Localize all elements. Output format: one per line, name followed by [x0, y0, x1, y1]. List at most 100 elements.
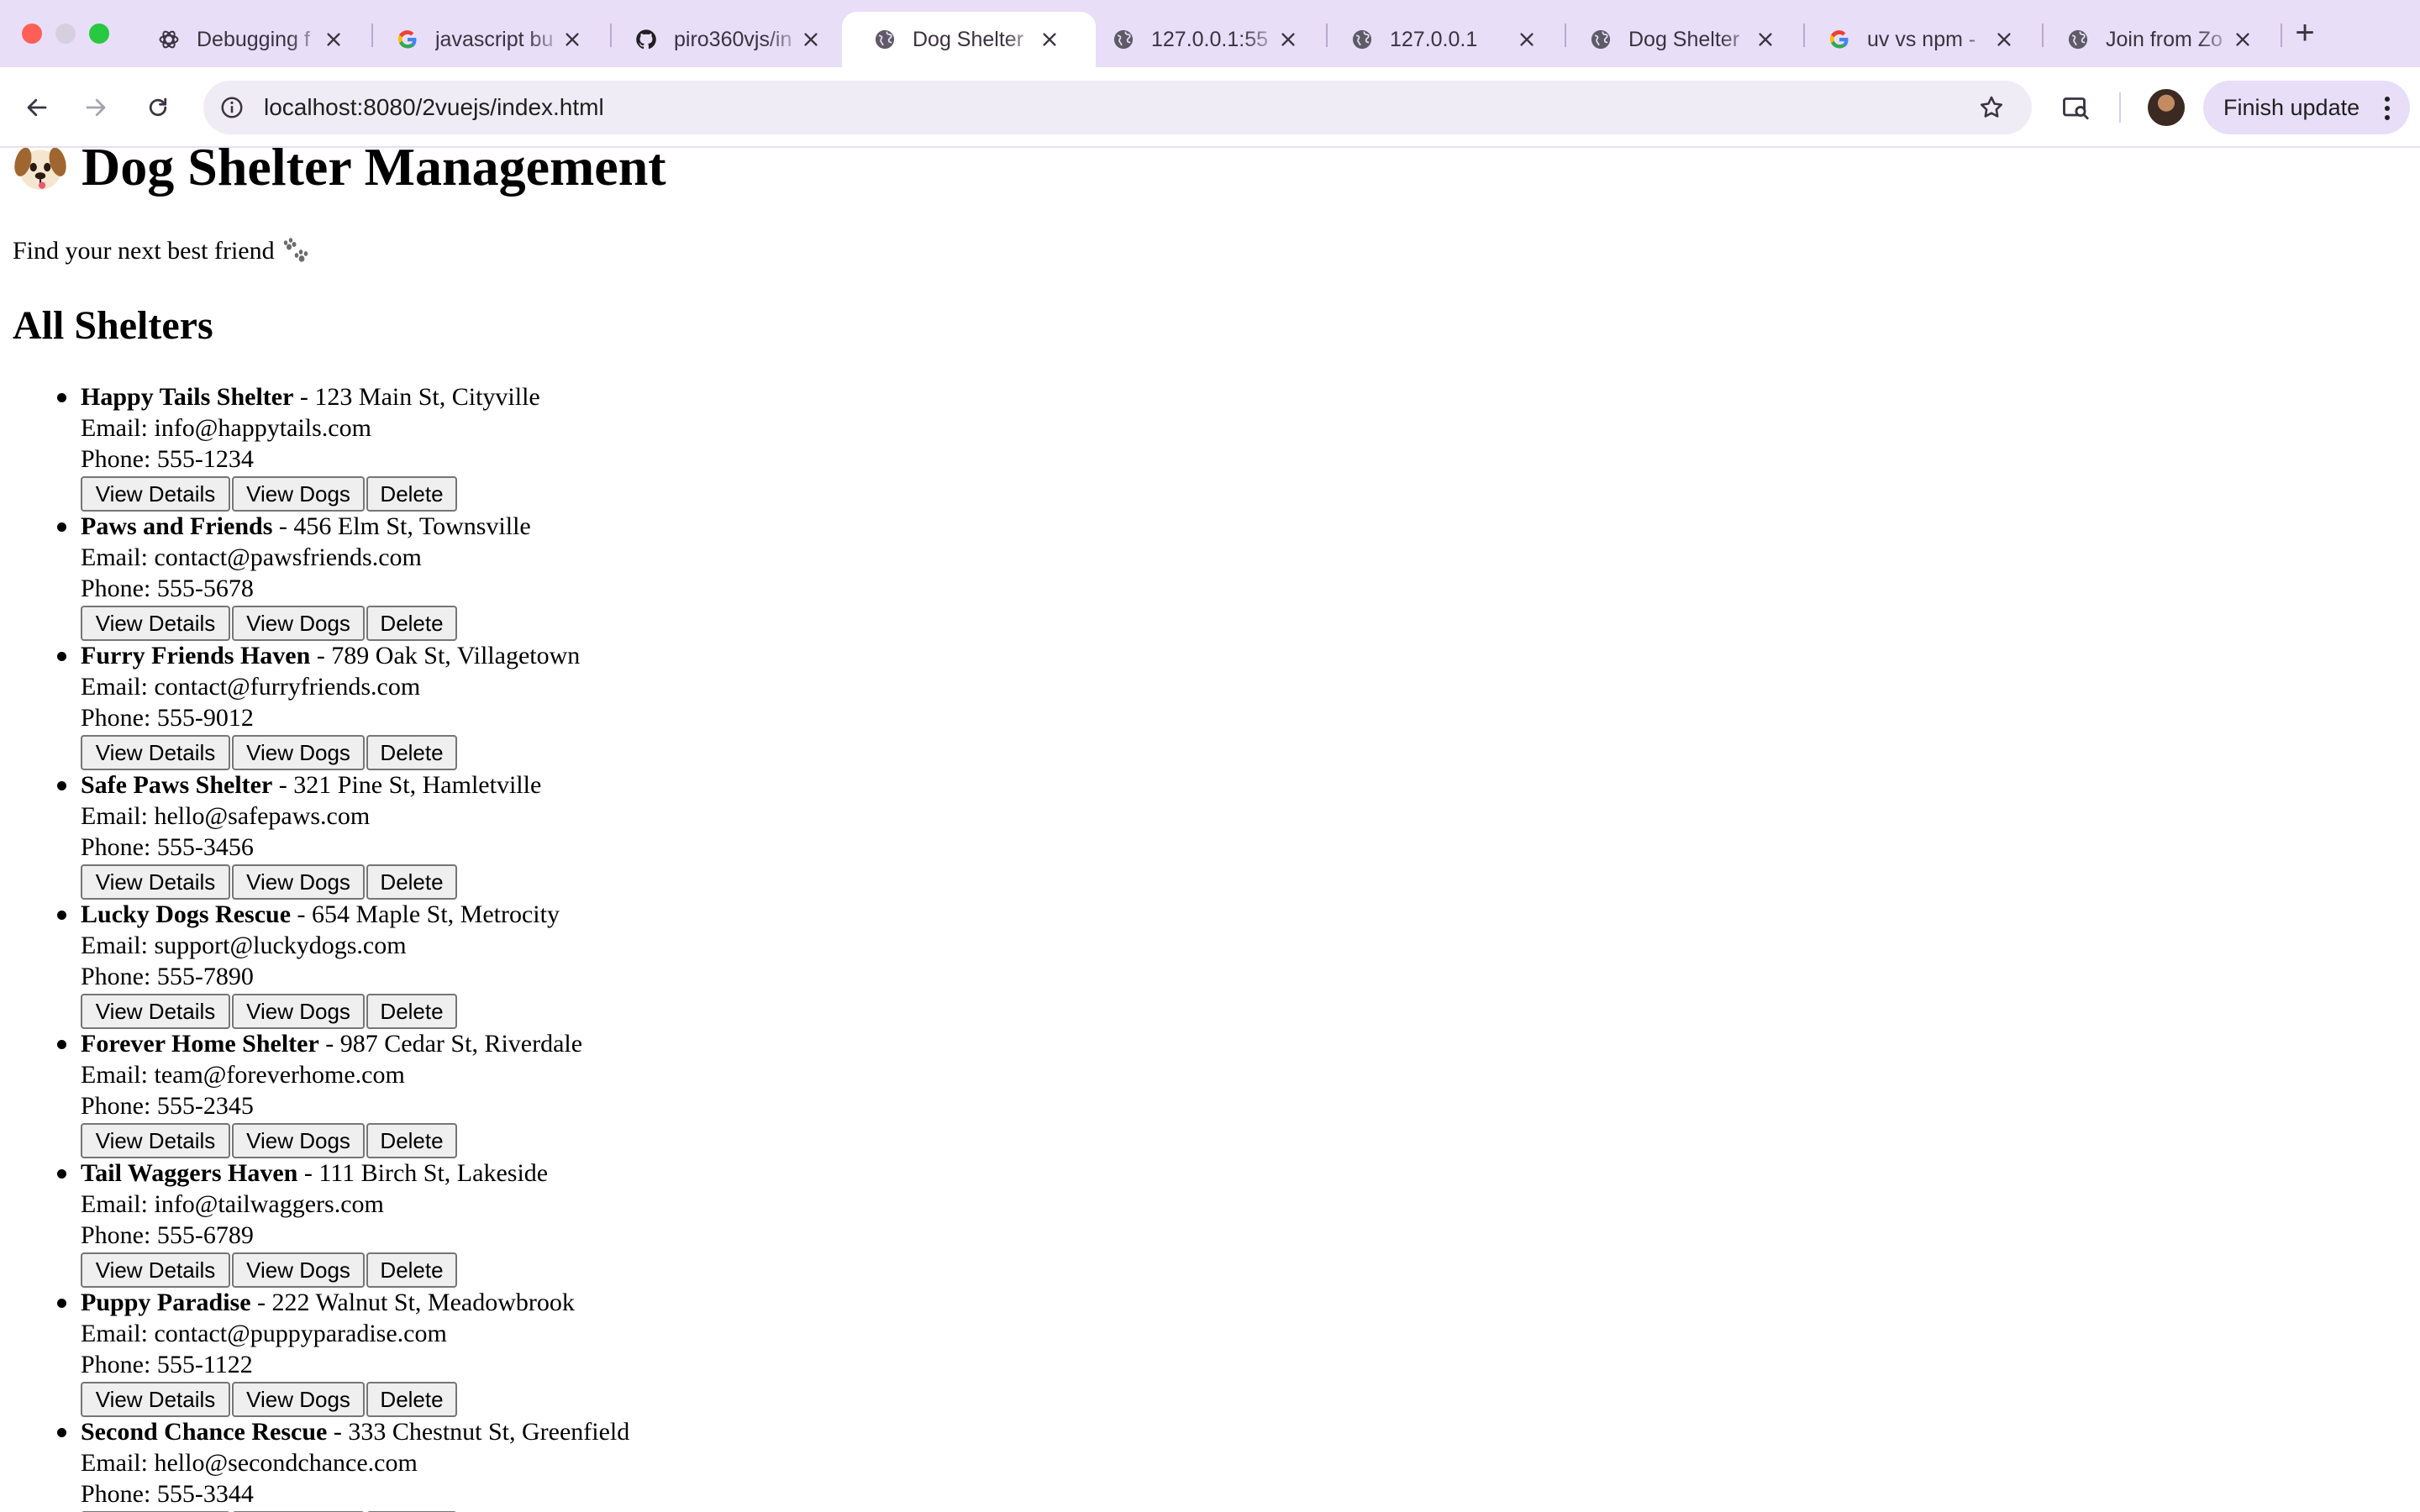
phone-prefix: Phone:	[81, 833, 157, 861]
tab-6[interactable]: 127.0.0.1	[1328, 12, 1565, 67]
shelter-address: - 456 Elm St, Townsville	[272, 512, 531, 540]
tab-close-icon[interactable]	[1037, 27, 1062, 52]
list-bullet	[57, 1169, 66, 1179]
shelter-phone-line: Phone: 555-5678	[81, 573, 629, 604]
tab-close-icon[interactable]	[1991, 27, 2017, 52]
new-tab-button[interactable]: +	[2289, 14, 2321, 51]
tab-close-icon[interactable]	[560, 27, 585, 52]
tab-close-icon[interactable]	[1276, 27, 1301, 52]
view-details-button[interactable]: View Details	[81, 994, 230, 1029]
window-maximize-button[interactable]	[89, 24, 109, 44]
shelter-item: Happy Tails Shelter - 123 Main St, Cityv…	[0, 381, 629, 512]
email-prefix: Email:	[81, 1449, 155, 1477]
delete-button[interactable]: Delete	[366, 1382, 457, 1417]
shelter-heading: Happy Tails Shelter - 123 Main St, Cityv…	[81, 381, 629, 412]
forward-button[interactable]	[76, 87, 116, 128]
view-details-button[interactable]: View Details	[81, 1252, 230, 1288]
shelter-address: - 111 Birch St, Lakeside	[297, 1159, 549, 1187]
view-details-button[interactable]: View Details	[81, 476, 230, 512]
shelter-phone: 555-9012	[156, 704, 254, 732]
shelter-actions: View DetailsView DogsDelete	[81, 476, 629, 512]
shelter-item: Tail Waggers Haven - 111 Birch St, Lakes…	[0, 1158, 629, 1288]
view-dogs-button[interactable]: View Dogs	[232, 864, 365, 900]
shelter-email-line: Email: info@happytails.com	[81, 412, 629, 444]
tab-4[interactable]: Dog Shelter	[842, 12, 1096, 67]
phone-prefix: Phone:	[81, 1351, 157, 1378]
tab-8[interactable]: uv vs npm -	[1805, 12, 2042, 67]
globe-icon	[1588, 27, 1613, 52]
address-bar[interactable]: localhost:8080/2vuejs/index.html	[203, 81, 2032, 134]
shelter-item: Forever Home Shelter - 987 Cedar St, Riv…	[0, 1028, 629, 1158]
window-minimize-button[interactable]	[55, 24, 76, 44]
delete-button[interactable]: Delete	[366, 994, 457, 1029]
view-details-button[interactable]: View Details	[81, 606, 230, 641]
tab-close-icon[interactable]	[1514, 27, 1539, 52]
phone-prefix: Phone:	[81, 1221, 157, 1249]
tab-close-icon[interactable]	[1753, 27, 1778, 52]
url-text[interactable]: localhost:8080/2vuejs/index.html	[264, 81, 604, 134]
page-content: Dog Shelter Management Find your next be…	[0, 148, 2420, 1512]
view-details-button[interactable]: View Details	[81, 735, 230, 770]
reload-button[interactable]	[138, 87, 178, 128]
more-vertical-icon	[2385, 97, 2390, 120]
view-dogs-button[interactable]: View Dogs	[232, 476, 365, 512]
openai-icon	[156, 27, 182, 52]
view-dogs-button[interactable]: View Dogs	[232, 1382, 365, 1417]
view-dogs-button[interactable]: View Dogs	[232, 735, 365, 770]
shelter-heading: Second Chance Rescue - 333 Chestnut St, …	[81, 1416, 629, 1447]
view-details-button[interactable]: View Details	[81, 1382, 230, 1417]
tab-1[interactable]: Debugging f	[134, 12, 371, 67]
phone-prefix: Phone:	[81, 575, 157, 602]
shelter-email: info@happytails.com	[154, 414, 371, 442]
view-dogs-button[interactable]: View Dogs	[232, 1252, 365, 1288]
tab-9[interactable]: Join from Zo	[2044, 12, 2281, 67]
back-button[interactable]	[17, 87, 57, 128]
shelter-item: Puppy Paradise - 222 Walnut St, Meadowbr…	[0, 1287, 629, 1417]
tab-close-icon[interactable]	[2230, 27, 2255, 52]
shelter-name: Second Chance Rescue	[81, 1418, 328, 1446]
delete-button[interactable]: Delete	[366, 864, 457, 900]
tab-2[interactable]: javascript bu	[373, 12, 610, 67]
tab-close-icon[interactable]	[321, 27, 346, 52]
tab-close-icon[interactable]	[798, 27, 823, 52]
search-tabs-icon[interactable]	[2055, 87, 2096, 128]
arrow-right-icon	[86, 98, 106, 117]
view-details-button[interactable]: View Details	[81, 1123, 230, 1158]
window-close-button[interactable]	[22, 24, 42, 44]
shelter-actions: View DetailsView DogsDelete	[81, 1252, 629, 1288]
delete-button[interactable]: Delete	[366, 606, 457, 641]
shelter-phone: 555-7890	[156, 963, 254, 990]
tab-3[interactable]: piro360vjs/in	[612, 12, 849, 67]
email-prefix: Email:	[81, 1320, 155, 1347]
shelter-actions: View DetailsView DogsDelete	[81, 606, 629, 641]
tab-7[interactable]: Dog Shelter	[1566, 12, 1803, 67]
list-bullet	[57, 911, 66, 920]
delete-button[interactable]: Delete	[366, 1123, 457, 1158]
list-bullet	[57, 1428, 66, 1437]
section-title-all-shelters: All Shelters	[13, 303, 213, 348]
list-bullet	[57, 652, 66, 661]
shelter-email-line: Email: contact@furryfriends.com	[81, 671, 629, 702]
view-dogs-button[interactable]: View Dogs	[232, 994, 365, 1029]
shelter-email: hello@safepaws.com	[154, 802, 371, 830]
shelter-name: Lucky Dogs Rescue	[81, 900, 292, 928]
site-info-icon[interactable]	[215, 91, 249, 124]
shelter-email-line: Email: support@luckydogs.com	[81, 930, 629, 961]
shelter-address: - 987 Cedar St, Riverdale	[318, 1030, 583, 1058]
bookmark-star-icon[interactable]	[1975, 91, 2008, 124]
shelter-email: support@luckydogs.com	[154, 932, 407, 959]
view-dogs-button[interactable]: View Dogs	[232, 1123, 365, 1158]
profile-avatar[interactable]	[2148, 89, 2185, 126]
delete-button[interactable]: Delete	[366, 735, 457, 770]
tab-5[interactable]: 127.0.0.1:55	[1089, 12, 1326, 67]
view-details-button[interactable]: View Details	[81, 864, 230, 900]
view-dogs-button[interactable]: View Dogs	[232, 606, 365, 641]
delete-button[interactable]: Delete	[366, 1252, 457, 1288]
shelter-name: Tail Waggers Haven	[81, 1159, 298, 1187]
shelter-phone: 555-6789	[156, 1221, 254, 1249]
page-title-text: Dog Shelter Management	[82, 148, 666, 197]
shelter-address: - 321 Pine St, Hamletville	[272, 771, 542, 799]
shelter-list: Happy Tails Shelter - 123 Main St, Cityv…	[0, 381, 629, 1512]
delete-button[interactable]: Delete	[366, 476, 457, 512]
finish-update-button[interactable]: Finish update	[2203, 81, 2410, 134]
